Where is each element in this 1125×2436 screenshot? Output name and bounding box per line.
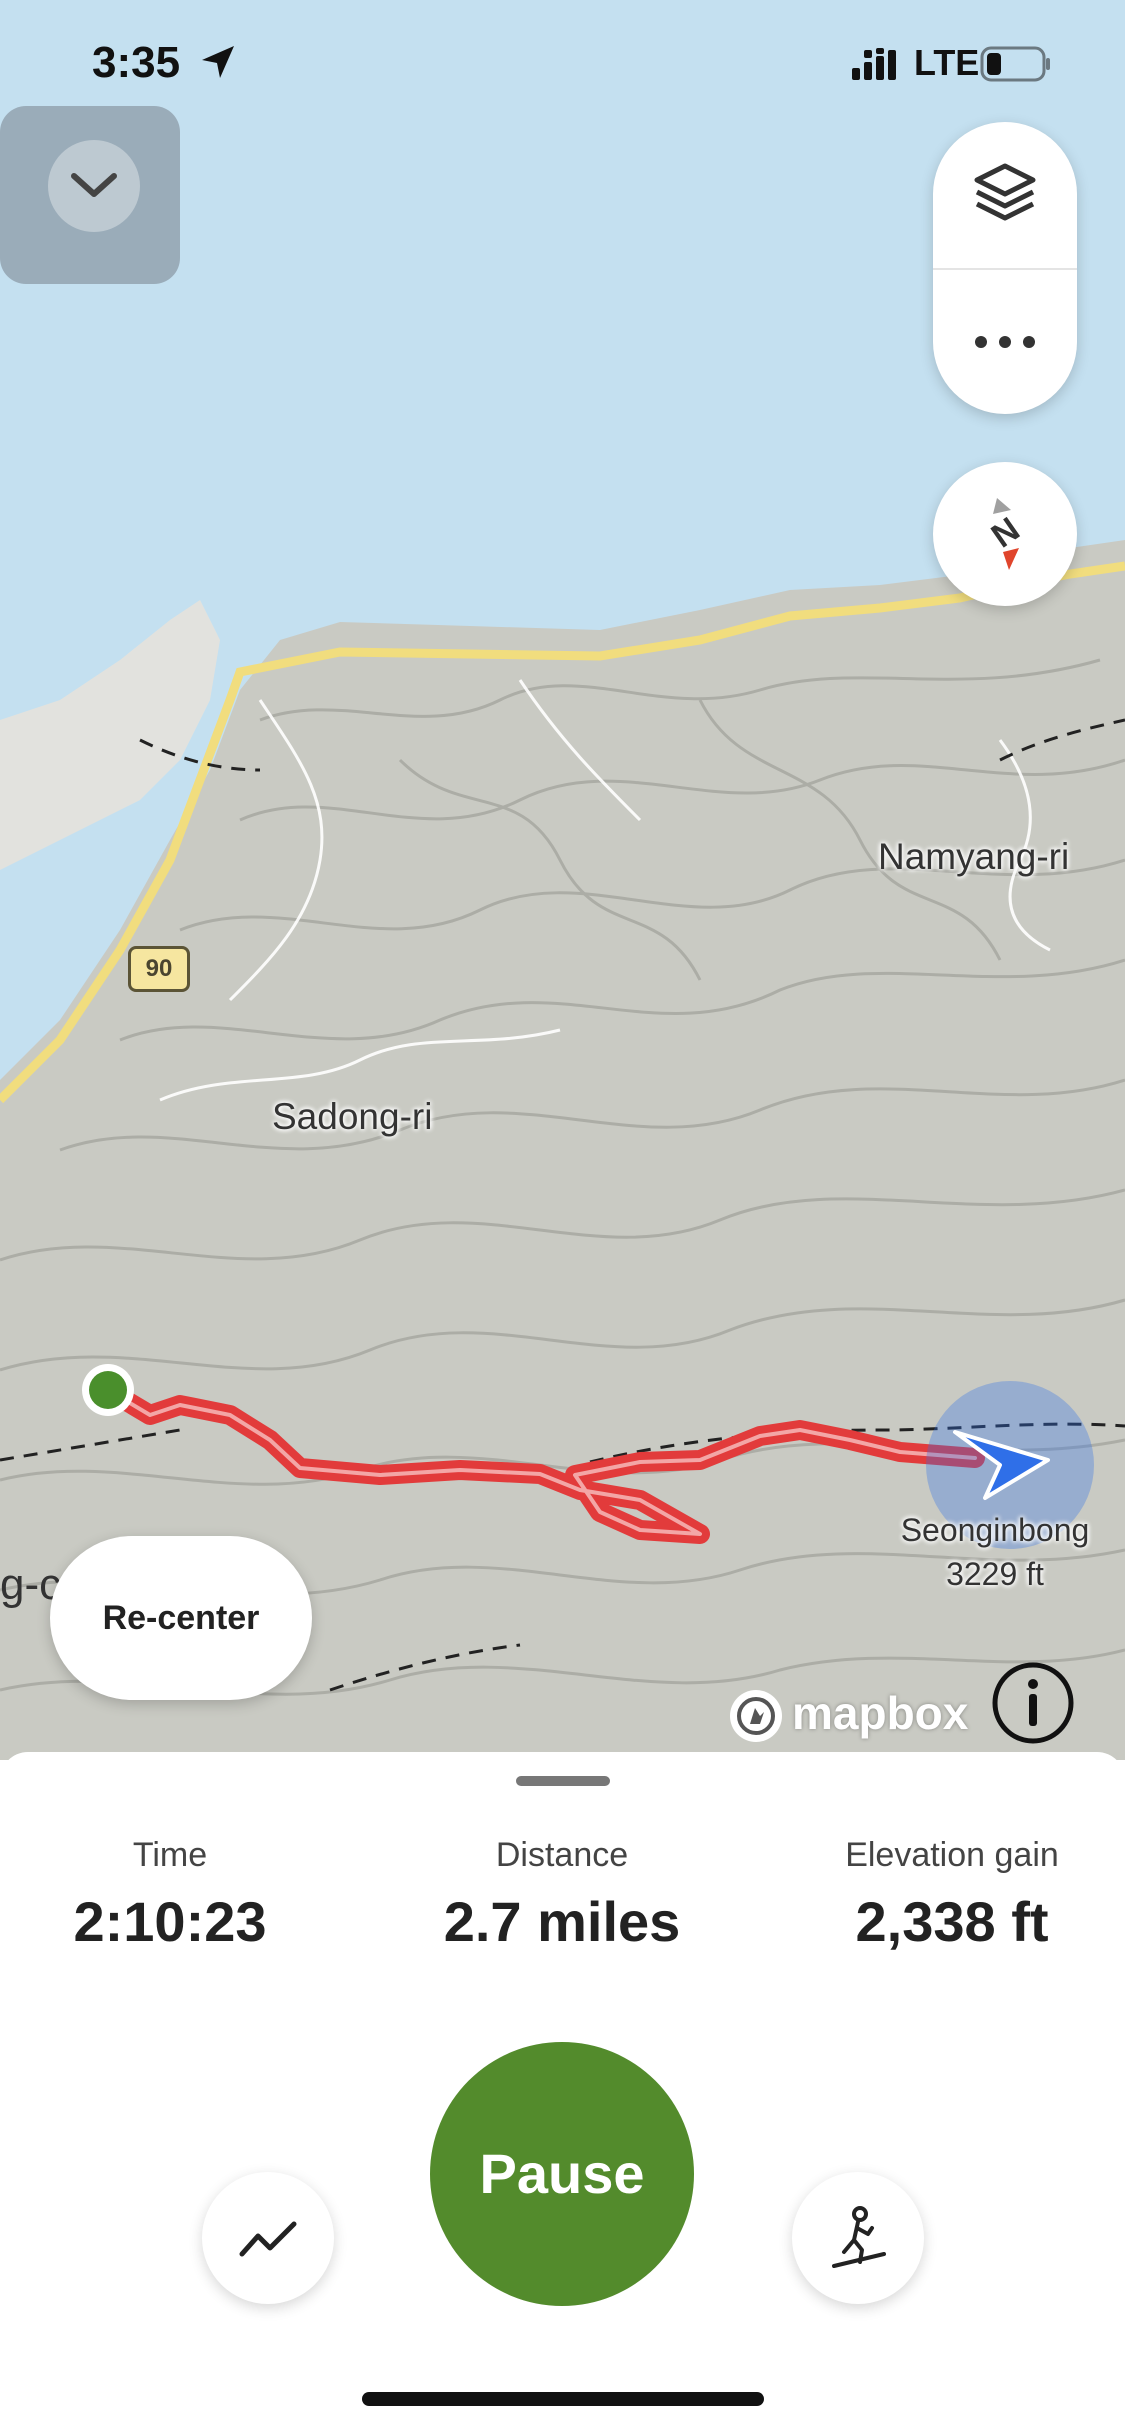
stat-time: Time 2:10:23 <box>0 1836 340 1954</box>
info-icon[interactable] <box>990 1660 1076 1746</box>
stat-distance: Distance 2.7 miles <box>392 1836 732 1954</box>
mapbox-wordmark: mapbox <box>792 1687 969 1739</box>
road-shield: 90 <box>128 946 190 992</box>
map-controls <box>933 122 1077 414</box>
home-indicator <box>362 2392 764 2406</box>
stat-distance-value: 2.7 miles <box>443 1890 681 1953</box>
stats-button[interactable] <box>202 2172 334 2304</box>
stat-elevation-label: Elevation gain <box>845 1836 1059 1874</box>
compass-letter: N <box>985 510 1027 555</box>
controls-divider <box>933 268 1077 270</box>
stat-time-value: 2:10:23 <box>73 1890 267 1953</box>
compass-button[interactable]: N <box>933 462 1077 606</box>
recenter-button[interactable]: Re-center <box>50 1536 312 1700</box>
more-icon[interactable] <box>971 308 1039 376</box>
stat-elevation: Elevation gain 2,338 ft <box>782 1836 1122 1954</box>
network-type: LTE <box>914 42 980 83</box>
place-label-namyang-ri: Namyang-ri <box>878 836 1070 877</box>
stat-distance-label: Distance <box>495 1836 629 1874</box>
collapse-button[interactable] <box>0 106 180 284</box>
chevron-down-icon <box>48 140 140 232</box>
peak-label: Seonginbong 3229 ft <box>880 1508 1110 1596</box>
mapbox-logo-icon <box>730 1690 782 1742</box>
trend-line-icon <box>239 2221 297 2257</box>
location-arrow-icon <box>202 46 234 78</box>
activity-type-button[interactable] <box>792 2172 924 2304</box>
peak-name: Seonginbong <box>900 1512 1090 1548</box>
signal-icon <box>852 48 896 80</box>
peak-elevation: 3229 ft <box>946 1556 1044 1592</box>
battery-icon <box>980 46 1050 82</box>
layers-icon[interactable] <box>971 158 1039 226</box>
status-time: 3:35 <box>92 38 181 87</box>
pause-button[interactable]: Pause <box>430 2042 694 2306</box>
sheet-grabber[interactable] <box>516 1776 610 1786</box>
place-label-sadong-ri: Sadong-ri <box>272 1096 433 1137</box>
compass-icon: N <box>985 498 1027 570</box>
stat-time-label: Time <box>132 1836 208 1874</box>
hiker-icon <box>832 2206 886 2268</box>
mapbox-attribution[interactable]: mapbox <box>728 1686 988 1746</box>
activity-sheet: Time 2:10:23 Distance 2.7 miles Elevatio… <box>0 1752 1125 2436</box>
stat-elevation-value: 2,338 ft <box>855 1890 1049 1953</box>
